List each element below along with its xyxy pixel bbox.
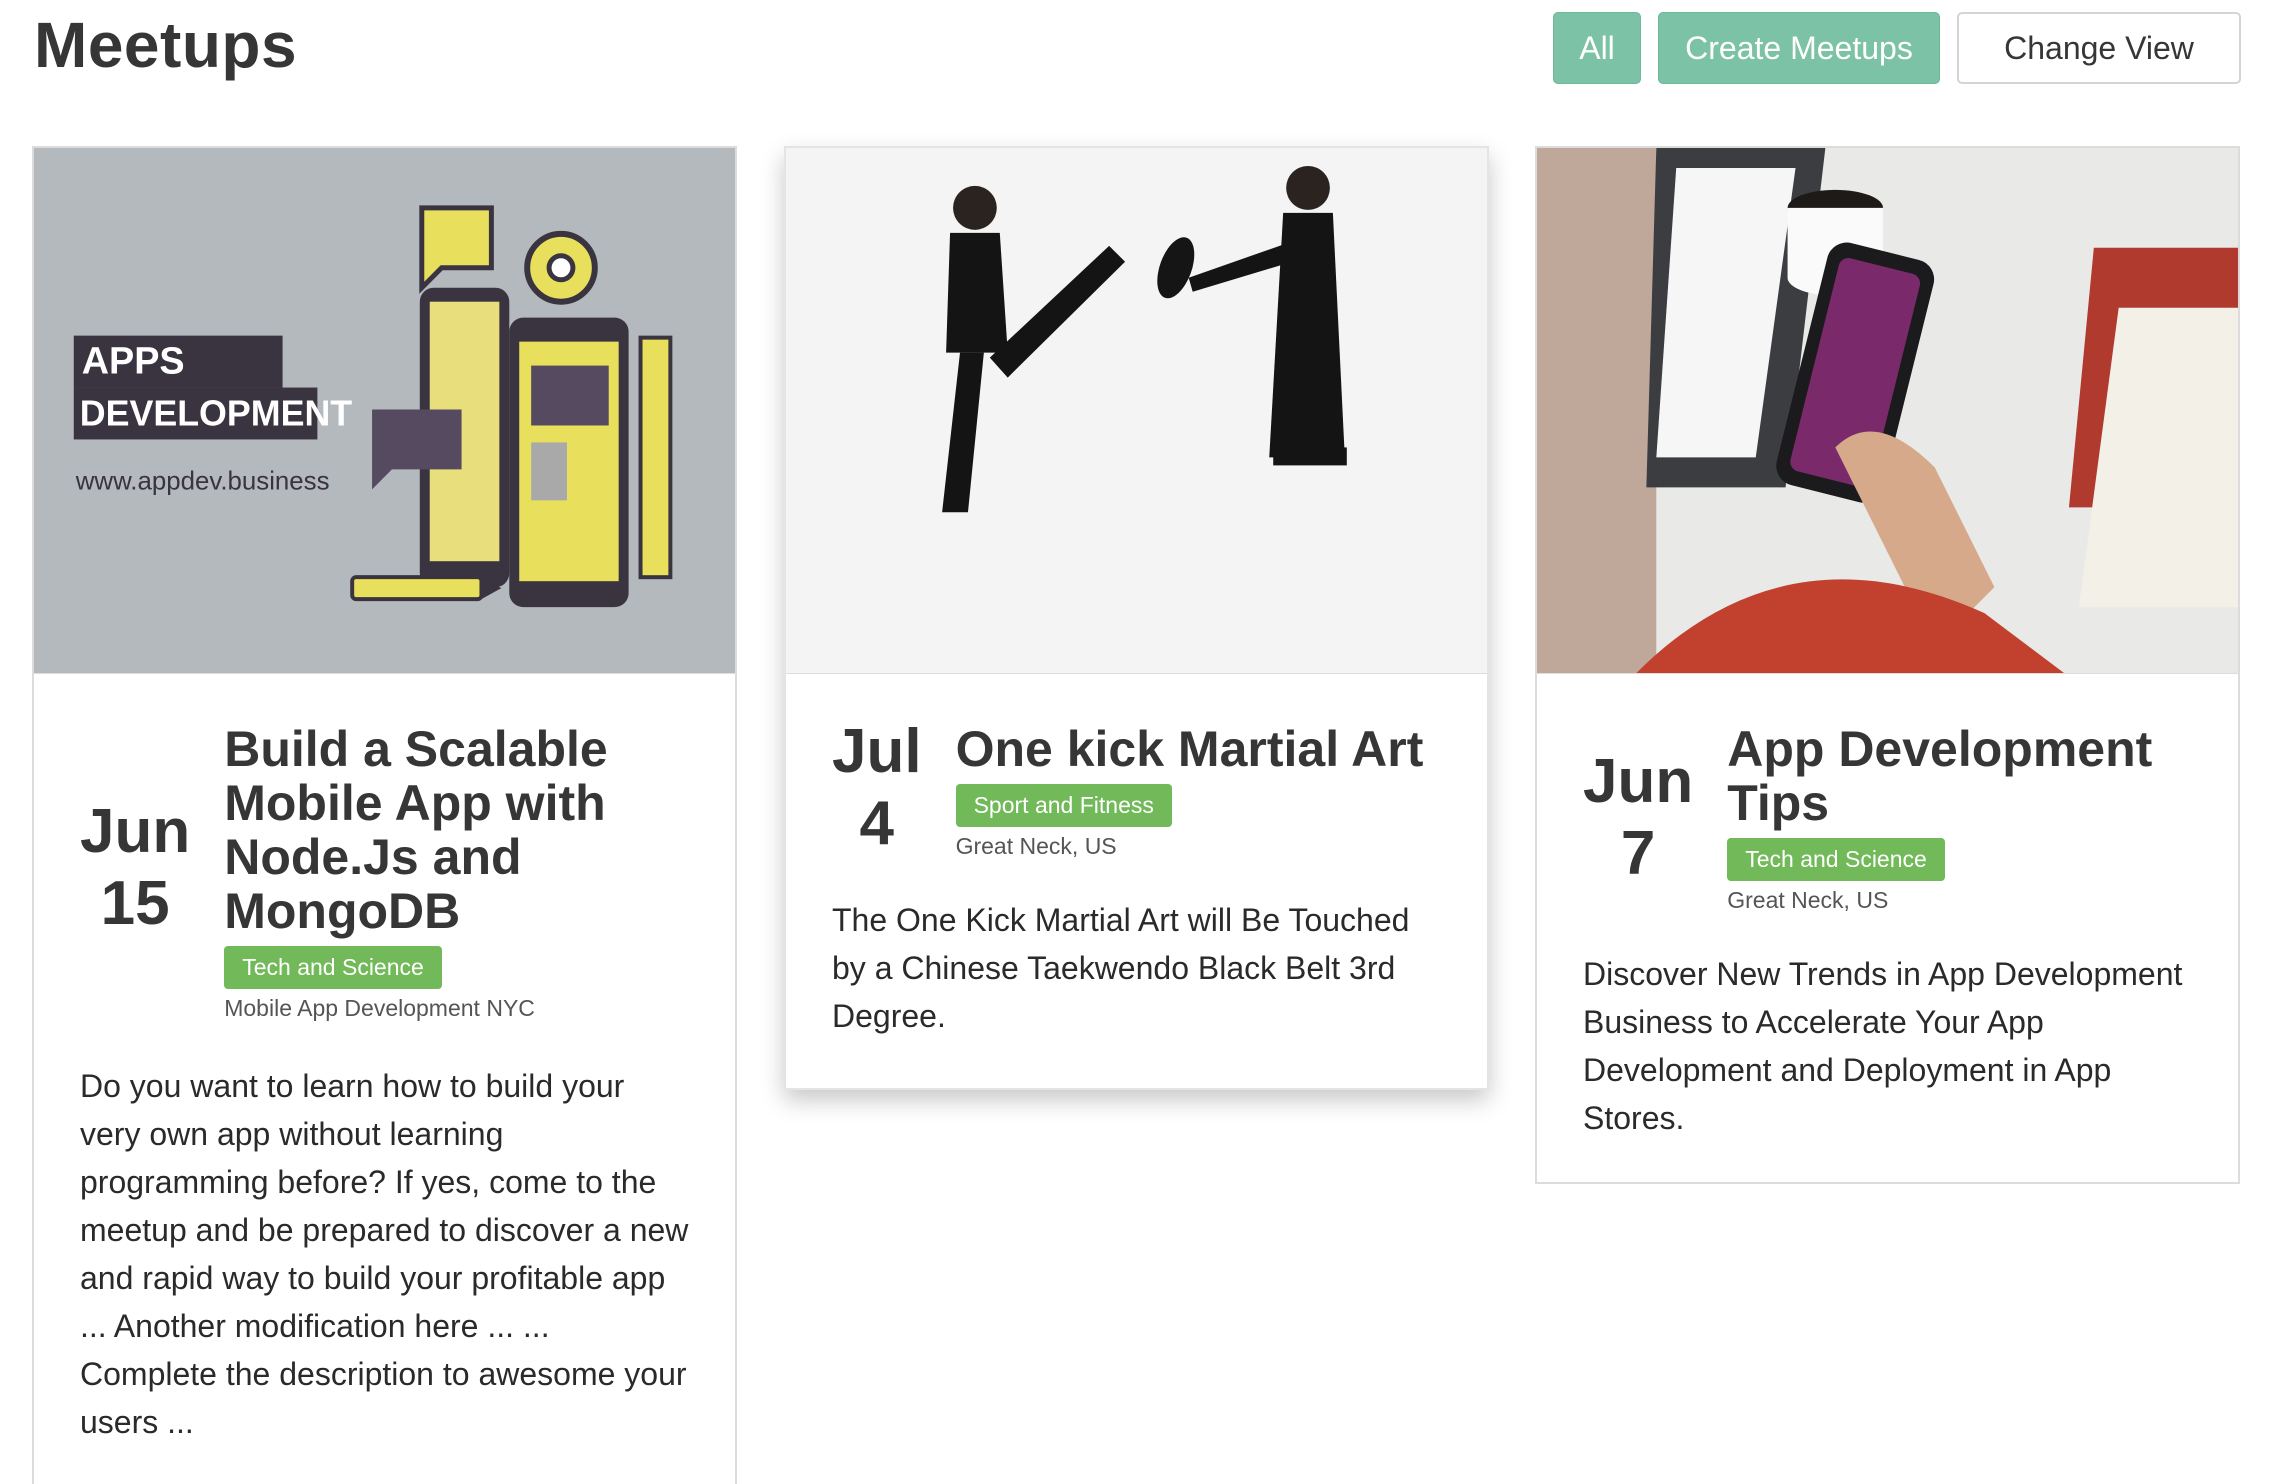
meetup-image [1537, 148, 2238, 674]
toolbar: All Create Meetups Change View [1553, 12, 2241, 84]
date-day: 4 [859, 789, 895, 858]
martial-arts-photo [786, 148, 1487, 673]
meetup-title[interactable]: App Development Tips [1727, 722, 2192, 830]
meetup-title[interactable]: Build a Scalable Mobile App with Node.Js… [224, 722, 684, 938]
meetup-description: The One Kick Martial Art will Be Touched… [832, 902, 1410, 1034]
category-tag[interactable]: Tech and Science [224, 946, 442, 989]
meetup-image: APPS DEVELOPMENT www.appdev.business [34, 148, 735, 674]
app-development-illustration: APPS DEVELOPMENT www.appdev.business [34, 148, 735, 673]
meetup-card[interactable]: Jun 7 App Development Tips Tech and Scie… [1535, 146, 2240, 1184]
meetup-location: Great Neck, US [955, 833, 1117, 859]
meetup-image [786, 148, 1487, 674]
meetup-location: Great Neck, US [1727, 887, 1889, 913]
date-month: Jun [1583, 747, 1694, 816]
date-badge: Jun 15 [80, 796, 190, 940]
card-body: Jun 7 App Development Tips Tech and Scie… [1537, 674, 2238, 1142]
category-tag[interactable]: Sport and Fitness [955, 784, 1172, 827]
date-day: 7 [1620, 819, 1656, 888]
phone-desk-photo [1537, 148, 2238, 673]
image-caption-url: www.appdev.business [75, 467, 330, 495]
page-title: Meetups [34, 9, 298, 81]
meetup-card[interactable]: APPS DEVELOPMENT www.appdev.business Jun… [32, 146, 737, 1484]
meetup-card[interactable]: Jul 4 One kick Martial Art Sport and Fit… [784, 146, 1489, 1090]
meetup-location: Mobile App Development NYC [224, 995, 535, 1021]
category-tag[interactable]: Tech and Science [1727, 838, 1945, 881]
meetup-description: Discover New Trends in App Development B… [1583, 956, 2183, 1136]
all-button[interactable]: All [1553, 12, 1641, 84]
meetup-description: Do you want to learn how to build your v… [80, 1068, 689, 1440]
date-badge: Jul 4 [832, 716, 922, 860]
image-caption-line1: APPS [82, 341, 185, 383]
change-view-button[interactable]: Change View [1957, 12, 2241, 84]
date-month: Jul [832, 717, 922, 786]
date-badge: Jun 7 [1583, 746, 1693, 890]
create-meetups-button[interactable]: Create Meetups [1658, 12, 1940, 84]
image-caption-line2: DEVELOPMENT [80, 393, 353, 433]
card-body: Jun 15 Build a Scalable Mobile App with … [34, 674, 735, 1446]
date-month: Jun [80, 797, 191, 866]
date-day: 15 [100, 869, 170, 938]
card-body: Jul 4 One kick Martial Art Sport and Fit… [786, 674, 1487, 1040]
meetup-title[interactable]: One kick Martial Art [956, 722, 1441, 776]
